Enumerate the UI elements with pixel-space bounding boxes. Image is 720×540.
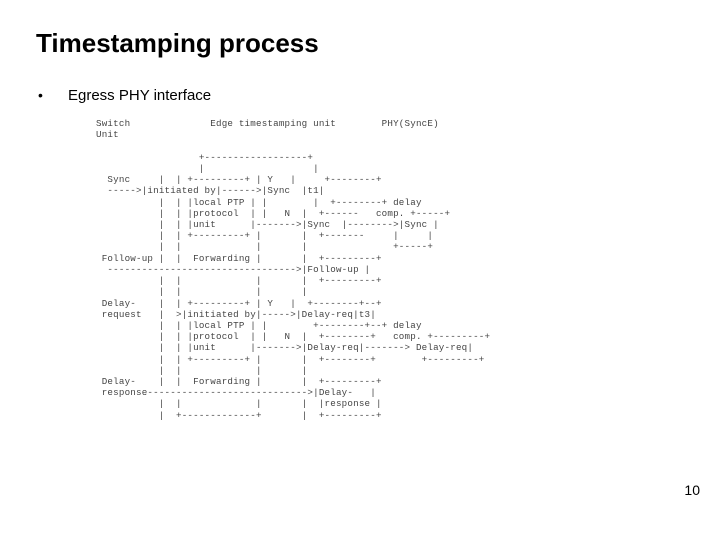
page-number: 10 xyxy=(684,482,700,498)
bullet-marker: • xyxy=(38,87,50,103)
bullet-row: • Egress PHY interface xyxy=(38,87,684,104)
page-title: Timestamping process xyxy=(36,28,684,59)
ascii-diagram: Switch Edge timestamping unit PHY(SyncE)… xyxy=(96,118,684,421)
subtitle: Egress PHY interface xyxy=(68,87,211,104)
slide: Timestamping process • Egress PHY interf… xyxy=(0,0,720,540)
